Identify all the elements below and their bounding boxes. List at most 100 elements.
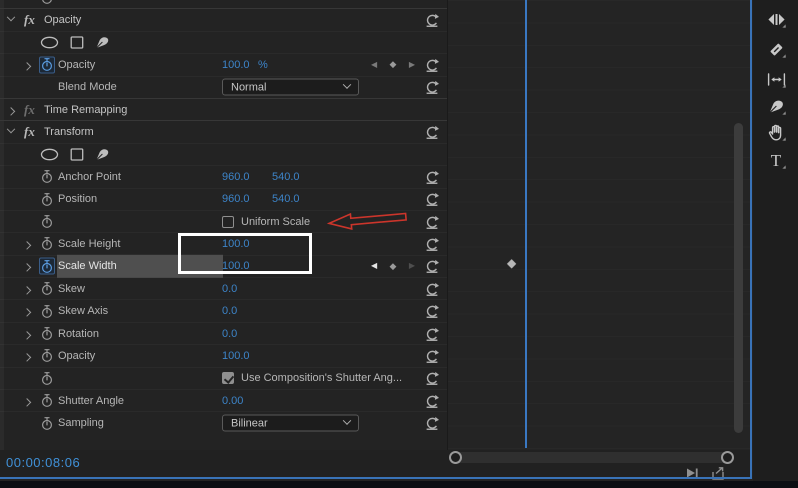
checkbox-label[interactable]: Uniform Scale	[241, 216, 310, 228]
param-value[interactable]: 0.00	[222, 0, 243, 3]
tools-panel: T	[753, 0, 798, 481]
pen-mask-icon[interactable]	[95, 147, 110, 161]
stopwatch-icon[interactable]	[39, 0, 55, 6]
effects-timeline-pane[interactable]: ◆	[447, 0, 751, 450]
param-value-x[interactable]: 960.0	[222, 193, 250, 205]
keyframe-diamond[interactable]: ◆	[507, 256, 516, 270]
window-edge	[0, 481, 798, 488]
expand-chevron-icon[interactable]	[24, 331, 30, 337]
reset-icon[interactable]	[425, 237, 439, 251]
row-opacity-header[interactable]: fx Opacity	[0, 8, 447, 30]
timeline-zoom-scrollbar[interactable]	[451, 452, 732, 463]
param-value-x[interactable]: 960.0	[222, 171, 250, 183]
expand-chevron-icon[interactable]	[24, 398, 30, 404]
stopwatch-icon[interactable]	[39, 303, 55, 320]
use-comp-shutter-checkbox[interactable]	[222, 372, 234, 384]
razor-tool[interactable]	[765, 38, 787, 60]
stopwatch-icon[interactable]	[39, 280, 55, 297]
ellipse-mask-icon[interactable]	[40, 36, 59, 49]
panel-focus-border	[750, 0, 752, 479]
reset-icon[interactable]	[425, 170, 439, 184]
row-opacity: Opacity 100.0 % ◀ ◆ ▶	[0, 53, 447, 75]
param-value-y[interactable]: 540.0	[272, 171, 300, 183]
stopwatch-icon[interactable]	[39, 235, 55, 252]
track-select-tool[interactable]	[765, 8, 787, 30]
param-value[interactable]: 100.0	[222, 59, 250, 71]
playhead[interactable]	[525, 0, 527, 448]
stopwatch-icon[interactable]	[39, 347, 55, 364]
uniform-scale-checkbox[interactable]	[222, 216, 234, 228]
reset-icon[interactable]	[425, 215, 439, 229]
expand-chevron-icon[interactable]	[24, 241, 30, 247]
param-value-y[interactable]: 540.0	[272, 193, 300, 205]
param-value[interactable]: 0.0	[222, 305, 237, 317]
reset-icon[interactable]	[425, 349, 439, 363]
hand-tool[interactable]	[765, 121, 787, 143]
stopwatch-icon[interactable]	[39, 213, 55, 230]
effect-controls-panel: Anti-flicker Filter 0.00 fx Opacity Opac…	[0, 0, 798, 488]
reset-icon[interactable]	[425, 327, 439, 341]
blend-mode-dropdown[interactable]: Normal	[222, 79, 359, 96]
row-transform-header[interactable]: fx Transform	[0, 120, 447, 142]
sampling-dropdown[interactable]: Bilinear	[222, 415, 359, 432]
ellipse-mask-icon[interactable]	[40, 148, 59, 161]
reset-icon[interactable]	[425, 58, 439, 72]
previous-keyframe-icon[interactable]: ◀	[371, 262, 377, 270]
vertical-scrollbar[interactable]	[734, 123, 743, 433]
next-keyframe-icon[interactable]: ▶	[409, 262, 415, 270]
param-label: Scale Height	[58, 238, 120, 250]
reset-icon[interactable]	[425, 394, 439, 408]
stopwatch-icon[interactable]	[39, 415, 55, 432]
pen-mask-icon[interactable]	[95, 35, 110, 49]
reset-icon[interactable]	[425, 13, 439, 27]
stopwatch-icon[interactable]	[39, 370, 55, 387]
slip-tool[interactable]	[765, 68, 787, 90]
effect-name: Transform	[44, 126, 94, 138]
zoom-handle-right-icon[interactable]	[721, 451, 734, 464]
stopwatch-icon[interactable]	[39, 258, 55, 275]
stopwatch-icon[interactable]	[39, 325, 55, 342]
expand-chevron-icon[interactable]	[24, 62, 30, 68]
expand-chevron-icon[interactable]	[24, 353, 30, 359]
collapse-chevron-icon[interactable]	[8, 129, 14, 135]
add-keyframe-icon[interactable]: ◆	[390, 60, 397, 69]
param-label[interactable]: Scale Width	[58, 260, 117, 272]
add-keyframe-icon[interactable]: ◆	[390, 262, 397, 271]
stopwatch-icon[interactable]	[39, 191, 55, 208]
rect-mask-icon[interactable]	[70, 36, 84, 49]
param-value[interactable]: 0.0	[222, 328, 237, 340]
rect-mask-icon[interactable]	[70, 148, 84, 161]
expand-chevron-icon[interactable]	[24, 286, 30, 292]
expand-chevron-icon[interactable]	[24, 308, 30, 314]
current-timecode[interactable]: 00:00:08:06	[6, 455, 80, 470]
type-tool[interactable]: T	[765, 149, 787, 171]
effect-name: Opacity	[44, 14, 81, 26]
reset-icon[interactable]	[425, 259, 439, 273]
next-keyframe-icon[interactable]: ▶	[409, 61, 415, 69]
reset-icon[interactable]	[425, 125, 439, 139]
collapse-chevron-icon[interactable]	[8, 17, 14, 23]
reset-icon[interactable]	[425, 371, 439, 385]
fx-badge-icon: fx	[24, 102, 35, 118]
pen-tool[interactable]	[765, 95, 787, 117]
row-time-remapping-header[interactable]: fx Time Remapping	[0, 98, 447, 120]
reset-icon[interactable]	[425, 304, 439, 318]
expand-chevron-icon[interactable]	[8, 107, 14, 113]
zoom-handle-left-icon[interactable]	[449, 451, 462, 464]
reset-icon[interactable]	[425, 282, 439, 296]
checkbox-label[interactable]: Use Composition's Shutter Ang...	[241, 372, 402, 384]
tool-flyout-icon	[782, 54, 785, 57]
param-value[interactable]: 0.00	[222, 395, 243, 407]
param-value[interactable]: 0.0	[222, 283, 237, 295]
reset-icon[interactable]	[425, 416, 439, 430]
previous-keyframe-icon[interactable]: ◀	[371, 61, 377, 69]
param-label: Sampling	[58, 417, 104, 429]
stopwatch-icon[interactable]	[39, 392, 55, 409]
reset-icon[interactable]	[425, 192, 439, 206]
expand-chevron-icon[interactable]	[24, 263, 30, 269]
reset-icon[interactable]	[425, 80, 439, 94]
stopwatch-icon[interactable]	[39, 56, 55, 73]
param-value[interactable]: 100.0	[222, 350, 250, 362]
tool-flyout-icon	[782, 24, 785, 27]
stopwatch-icon[interactable]	[39, 168, 55, 185]
